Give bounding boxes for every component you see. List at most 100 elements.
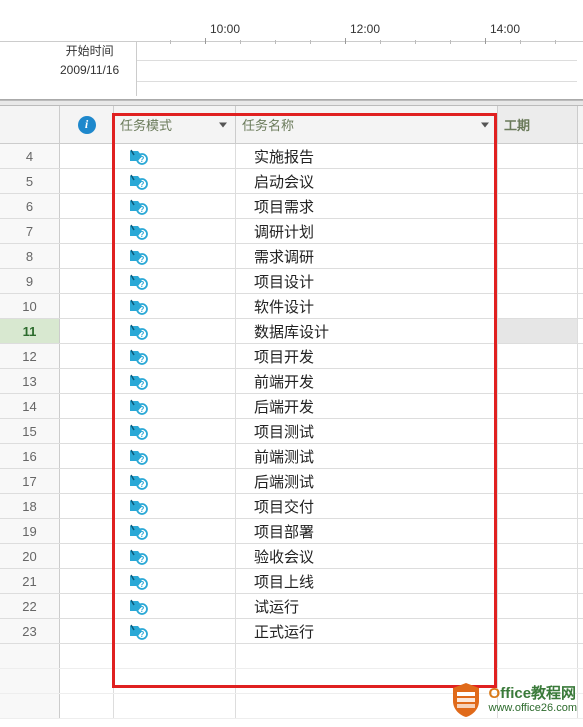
cell-task-mode[interactable]: ? [114, 619, 236, 643]
cell-task-name[interactable]: 试运行 [236, 594, 498, 618]
row-number[interactable]: 5 [0, 169, 60, 193]
cell-task-name[interactable]: 前端开发 [236, 369, 498, 393]
cell-info[interactable] [60, 569, 114, 593]
table-row[interactable]: 9 ? 项目设计 [0, 269, 583, 294]
cell-task-mode[interactable]: ? [114, 469, 236, 493]
cell-info[interactable] [60, 294, 114, 318]
cell-info[interactable] [60, 319, 114, 343]
cell-task-mode[interactable]: ? [114, 569, 236, 593]
cell-task-name[interactable]: 正式运行 [236, 619, 498, 643]
cell-task-mode[interactable]: ? [114, 144, 236, 168]
row-number[interactable]: 12 [0, 344, 60, 368]
cell-duration[interactable] [498, 344, 578, 368]
table-row[interactable]: 19 ? 项目部署 [0, 519, 583, 544]
cell-task-name[interactable]: 实施报告 [236, 144, 498, 168]
row-number[interactable]: 4 [0, 144, 60, 168]
cell-duration[interactable] [498, 219, 578, 243]
row-number[interactable]: 18 [0, 494, 60, 518]
cell-duration[interactable] [498, 569, 578, 593]
row-number[interactable]: 8 [0, 244, 60, 268]
cell-info[interactable] [60, 619, 114, 643]
cell-info[interactable] [60, 169, 114, 193]
cell-info[interactable] [60, 369, 114, 393]
cell-duration[interactable] [498, 494, 578, 518]
dropdown-icon[interactable] [481, 122, 489, 127]
cell-task-mode[interactable]: ? [114, 319, 236, 343]
table-row[interactable]: 10 ? 软件设计 [0, 294, 583, 319]
cell-task-mode[interactable]: ? [114, 294, 236, 318]
table-row[interactable]: 12 ? 项目开发 [0, 344, 583, 369]
cell-info[interactable] [60, 144, 114, 168]
table-row[interactable]: 11 ? 数据库设计 [0, 319, 583, 344]
cell-duration[interactable] [498, 544, 578, 568]
table-row[interactable]: 20 ? 验收会议 [0, 544, 583, 569]
cell-info[interactable] [60, 444, 114, 468]
cell-task-mode[interactable]: ? [114, 219, 236, 243]
table-row[interactable]: 8 ? 需求调研 [0, 244, 583, 269]
cell-task-name[interactable]: 需求调研 [236, 244, 498, 268]
cell-info[interactable] [60, 269, 114, 293]
table-row[interactable]: 15 ? 项目测试 [0, 419, 583, 444]
cell-duration[interactable] [498, 444, 578, 468]
row-number[interactable]: 15 [0, 419, 60, 443]
empty-row[interactable] [0, 644, 583, 669]
cell-task-mode[interactable]: ? [114, 269, 236, 293]
row-number[interactable]: 23 [0, 619, 60, 643]
table-row[interactable]: 16 ? 前端测试 [0, 444, 583, 469]
cell-task-name[interactable]: 项目设计 [236, 269, 498, 293]
cell-info[interactable] [60, 219, 114, 243]
cell-task-name[interactable]: 验收会议 [236, 544, 498, 568]
row-number[interactable]: 10 [0, 294, 60, 318]
cell-duration[interactable] [498, 619, 578, 643]
cell-task-mode[interactable]: ? [114, 194, 236, 218]
cell-task-name[interactable]: 项目交付 [236, 494, 498, 518]
cell-task-name[interactable]: 后端测试 [236, 469, 498, 493]
row-number[interactable]: 16 [0, 444, 60, 468]
cell-duration[interactable] [498, 294, 578, 318]
cell-task-name[interactable]: 调研计划 [236, 219, 498, 243]
row-number[interactable]: 20 [0, 544, 60, 568]
cell-task-mode[interactable]: ? [114, 344, 236, 368]
row-number[interactable]: 14 [0, 394, 60, 418]
cell-duration[interactable] [498, 269, 578, 293]
cell-info[interactable] [60, 244, 114, 268]
cell-task-name[interactable]: 前端测试 [236, 444, 498, 468]
dropdown-icon[interactable] [219, 122, 227, 127]
cell-task-mode[interactable]: ? [114, 169, 236, 193]
cell-task-mode[interactable]: ? [114, 244, 236, 268]
row-number[interactable]: 6 [0, 194, 60, 218]
cell-info[interactable] [60, 519, 114, 543]
row-number[interactable]: 19 [0, 519, 60, 543]
cell-task-mode[interactable]: ? [114, 394, 236, 418]
row-number[interactable]: 13 [0, 369, 60, 393]
table-row[interactable]: 17 ? 后端测试 [0, 469, 583, 494]
cell-duration[interactable] [498, 394, 578, 418]
cell-task-mode[interactable]: ? [114, 544, 236, 568]
cell-task-name[interactable]: 项目需求 [236, 194, 498, 218]
cell-task-mode[interactable]: ? [114, 519, 236, 543]
table-row[interactable]: 13 ? 前端开发 [0, 369, 583, 394]
table-row[interactable]: 22 ? 试运行 [0, 594, 583, 619]
row-number[interactable]: 7 [0, 219, 60, 243]
header-info[interactable]: i [60, 106, 114, 143]
cell-task-name[interactable]: 项目上线 [236, 569, 498, 593]
row-number[interactable]: 11 [0, 319, 60, 343]
row-number[interactable]: 22 [0, 594, 60, 618]
table-row[interactable]: 18 ? 项目交付 [0, 494, 583, 519]
cell-task-mode[interactable]: ? [114, 494, 236, 518]
cell-duration[interactable] [498, 244, 578, 268]
cell-task-name[interactable]: 项目测试 [236, 419, 498, 443]
cell-duration[interactable] [498, 319, 578, 343]
cell-info[interactable] [60, 194, 114, 218]
cell-info[interactable] [60, 394, 114, 418]
cell-info[interactable] [60, 594, 114, 618]
header-task-name[interactable]: 任务名称 [236, 106, 498, 143]
table-row[interactable]: 14 ? 后端开发 [0, 394, 583, 419]
cell-task-name[interactable]: 项目开发 [236, 344, 498, 368]
header-duration[interactable]: 工期 [498, 106, 578, 143]
row-number[interactable]: 9 [0, 269, 60, 293]
cell-duration[interactable] [498, 469, 578, 493]
cell-duration[interactable] [498, 369, 578, 393]
table-row[interactable]: 7 ? 调研计划 [0, 219, 583, 244]
cell-task-mode[interactable]: ? [114, 369, 236, 393]
